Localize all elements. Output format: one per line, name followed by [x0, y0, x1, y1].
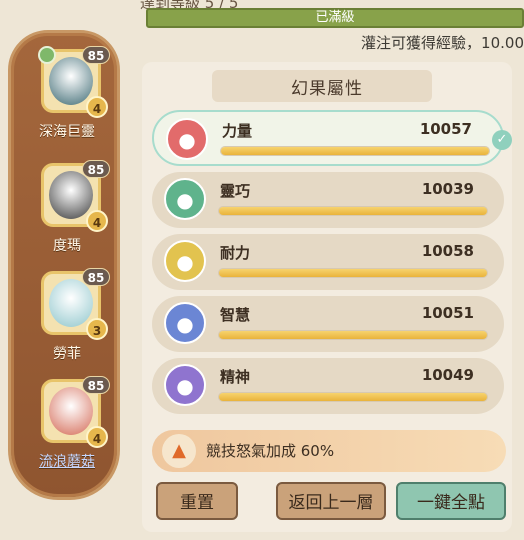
attribute-progress-bar — [218, 330, 488, 340]
attribute-row-dexterity[interactable]: ● 靈巧 10039 — [152, 172, 504, 228]
attribute-row-strength[interactable]: ● 力量 10057 ✓ — [152, 110, 512, 166]
hero-name: 勞菲 — [53, 346, 81, 362]
star-icon: ● — [164, 302, 206, 344]
hero-avatar — [49, 279, 93, 327]
top-strip: 達到等級 5 / 5 已滿級 灌注可獲得經驗，10.00 — [140, 0, 524, 52]
dumbbell-icon: ● — [166, 118, 208, 160]
attribute-progress-fill — [219, 269, 487, 277]
boot-icon: ● — [164, 178, 206, 220]
attribute-progress-fill — [219, 331, 487, 339]
attribute-name: 力量 — [222, 122, 253, 140]
hero-card-2[interactable]: 85 4 度瑪 — [11, 157, 123, 267]
hero-star-badge: 4 — [86, 96, 108, 118]
hero-level-badge: 85 — [82, 46, 110, 64]
attribute-name: 靈巧 — [220, 182, 251, 200]
bonus-text: 競技怒氣加成 60% — [206, 442, 335, 460]
flame-icon: ▲ — [162, 434, 196, 468]
hero-card-1[interactable]: 85 4 深海巨靈 — [11, 43, 123, 153]
pet-icon — [38, 46, 56, 64]
hero-portrait: 85 4 — [41, 376, 110, 448]
attribute-name: 耐力 — [220, 244, 251, 262]
reset-button[interactable]: 重置 — [156, 482, 238, 520]
hero-portrait: 85 3 — [41, 268, 110, 340]
hero-level-badge: 85 — [82, 268, 110, 286]
inject-exp-text: 灌注可獲得經驗，10.00 — [361, 34, 524, 52]
attribute-panel: 幻果屬性 ● 力量 10057 ✓ ● 靈巧 10039 ● 耐力 10058 … — [142, 62, 512, 532]
hero-level-badge: 85 — [82, 160, 110, 178]
back-button[interactable]: 返回上一層 — [276, 482, 386, 520]
attribute-progress-bar — [218, 206, 488, 216]
hero-name: 深海巨靈 — [39, 124, 95, 140]
attribute-value: 10051 — [421, 304, 474, 322]
allocate-all-button[interactable]: 一鍵全點 — [396, 482, 506, 520]
attribute-value: 10049 — [421, 366, 474, 384]
attribute-progress-bar — [220, 146, 490, 156]
attribute-progress-fill — [219, 393, 487, 401]
hero-level-badge: 85 — [82, 376, 110, 394]
hero-star-badge: 4 — [86, 210, 108, 232]
hero-star-badge: 4 — [86, 426, 108, 448]
experience-bar: 已滿級 — [146, 8, 524, 28]
hero-card-3[interactable]: 85 3 勞菲 — [11, 265, 123, 375]
attribute-progress-bar — [218, 268, 488, 278]
attribute-row-spirit[interactable]: ● 精神 10049 — [152, 358, 504, 414]
hero-avatar — [49, 387, 93, 435]
hero-portrait: 85 4 — [38, 46, 110, 118]
attribute-name: 智慧 — [220, 306, 251, 324]
hero-name: 度瑪 — [53, 238, 81, 254]
attribute-progress-fill — [219, 207, 487, 215]
attribute-progress-bar — [218, 392, 488, 402]
attribute-value: 10057 — [419, 120, 472, 138]
attribute-name: 精神 — [220, 368, 251, 386]
attribute-row-wisdom[interactable]: ● 智慧 10051 — [152, 296, 504, 352]
attribute-value: 10058 — [421, 242, 474, 260]
hero-list-panel: 85 4 深海巨靈 85 4 度瑪 85 3 勞菲 85 4 流浪蘑菇 — [8, 30, 120, 500]
lotus-icon: ● — [164, 364, 206, 406]
hero-avatar — [49, 57, 93, 105]
section-title: 幻果屬性 — [291, 79, 363, 99]
attribute-progress-fill — [221, 147, 489, 155]
check-icon: ✓ — [492, 130, 512, 150]
attribute-value: 10039 — [421, 180, 474, 198]
hero-name: 流浪蘑菇 — [39, 454, 95, 470]
hero-star-badge: 3 — [86, 318, 108, 340]
hero-card-4[interactable]: 85 4 流浪蘑菇 — [11, 373, 123, 483]
shield-icon: ● — [164, 240, 206, 282]
hero-portrait: 85 4 — [41, 160, 110, 232]
attribute-row-stamina[interactable]: ● 耐力 10058 — [152, 234, 504, 290]
hero-avatar — [49, 171, 93, 219]
experience-bar-label: 已滿級 — [315, 10, 355, 25]
arena-rage-bonus: ▲ 競技怒氣加成 60% — [152, 430, 506, 472]
